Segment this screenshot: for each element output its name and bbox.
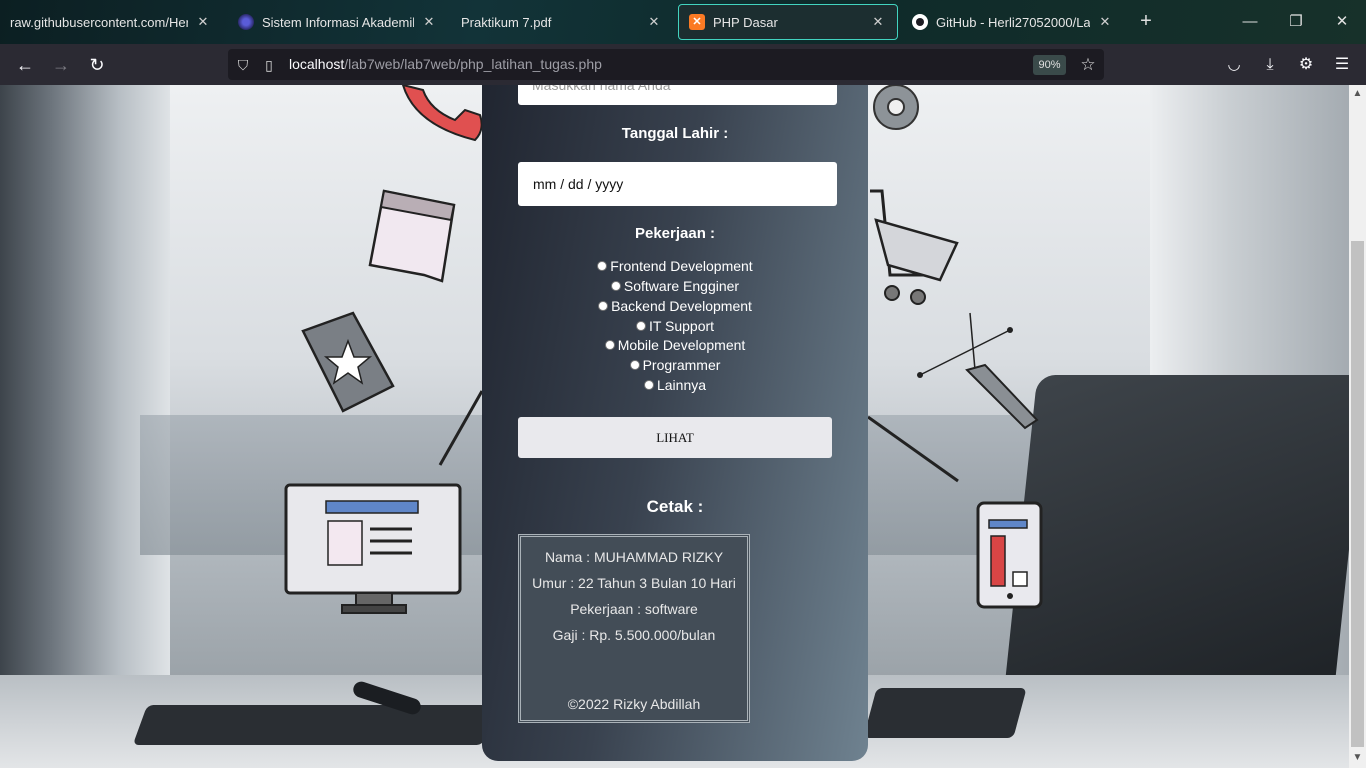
scroll-down-icon[interactable]: ▼ [1349,751,1366,765]
menu-icon[interactable]: ☰ [1329,52,1355,78]
extensions-icon[interactable]: ⚙ [1293,52,1319,78]
result-title: Cetak : [646,497,704,516]
cart-doodle-icon [870,189,959,305]
pen-tool-doodle-icon [917,312,1039,430]
background-laptop [1002,375,1366,705]
birthdate-input[interactable]: mm / dd / yyyy [518,162,837,206]
new-tab-button[interactable]: + [1135,10,1157,32]
footer-copyright: ©2022 Rizky Abdillah [567,696,701,712]
star-badge-doodle-icon [301,311,395,413]
background-tablet [132,705,498,745]
back-button[interactable]: ← [12,52,38,78]
navigation-toolbar: ← → ↻ ⛉ ▯ localhost/lab7web/lab7web/php_… [0,44,1366,85]
background-tablet [863,688,1027,738]
address-bar[interactable]: ⛉ ▯ localhost/lab7web/lab7web/php_latiha… [228,49,1104,80]
result-umur: Umur : 22 Tahun 3 Bulan 10 Hari [532,575,736,591]
pen-line-doodle [867,415,959,483]
minimize-button[interactable]: — [1238,10,1262,34]
form-panel: Tanggal Lahir : mm / dd / yyyy Pekerjaan… [482,85,868,761]
star-icon[interactable]: ☆ [1078,55,1098,75]
tab-raw-github[interactable]: raw.githubusercontent.com/Herli27 ✕ [0,4,222,40]
restore-button[interactable]: ❐ [1284,10,1308,34]
close-icon[interactable]: ✕ [420,14,438,30]
lihat-button[interactable]: LIHAT [518,417,832,458]
shield-icon[interactable]: ⛉ [234,56,252,74]
result-gaji: Gaji : Rp. 5.500.000/bulan [552,627,716,643]
tab-php-dasar[interactable]: PHP Dasar ✕ [678,4,898,40]
radio-button[interactable] [610,281,621,291]
close-icon[interactable]: ✕ [1096,14,1114,30]
result-pekerjaan: Pekerjaan : software [570,601,698,617]
job-label: Pekerjaan : [634,225,716,242]
siakad-icon [238,14,254,30]
close-icon[interactable]: ✕ [194,14,212,30]
job-option-it-support[interactable]: IT Support [482,317,868,336]
github-icon [912,14,928,30]
radio-button[interactable] [604,340,615,350]
window-close-button[interactable]: ✕ [1330,10,1354,34]
page-icon[interactable]: ▯ [260,56,278,74]
job-option-backend[interactable]: Backend Development [482,297,868,316]
close-icon[interactable]: ✕ [869,14,887,30]
tab-praktikum-pdf[interactable]: Praktikum 7.pdf ✕ [451,4,673,40]
download-icon[interactable]: ⤓ [1257,52,1283,78]
radio-button[interactable] [597,261,608,271]
radio-button[interactable] [629,360,640,370]
pocket-icon[interactable]: ◡ [1221,52,1247,78]
pen-line-doodle [438,390,484,466]
result-nama: Nama : MUHAMMAD RIZKY [544,549,724,565]
job-option-programmer[interactable]: Programmer [482,356,868,375]
result-box: Nama : MUHAMMAD RIZKY Umur : 22 Tahun 3 … [518,534,750,723]
job-option-frontend[interactable]: Frontend Development [482,257,868,276]
zoom-badge[interactable]: 90% [1033,55,1066,75]
job-option-lainnya[interactable]: Lainnya [482,376,868,395]
name-input[interactable] [518,85,837,105]
xampp-icon [689,14,705,30]
job-option-mobile[interactable]: Mobile Development [482,336,868,355]
radio-button[interactable] [598,301,609,311]
note-doodle-icon [368,189,456,283]
tab-bar: raw.githubusercontent.com/Herli27 ✕ Sist… [0,0,1366,44]
tab-siakad[interactable]: Sistem Informasi Akademik ✕ [228,4,448,40]
birthdate-label: Tanggal Lahir : [621,125,729,142]
reload-button[interactable]: ↻ [84,52,110,78]
gear-doodle-icon [873,85,919,130]
monitor-doodle-icon [284,483,462,614]
close-icon[interactable]: ✕ [645,14,663,30]
radio-button[interactable] [635,321,646,331]
vertical-scrollbar[interactable]: ▲ ▼ [1349,85,1366,768]
forward-button[interactable]: → [48,52,74,78]
scroll-up-icon[interactable]: ▲ [1349,87,1366,101]
job-option-software[interactable]: Software Engginer [482,277,868,296]
phone-doodle-icon [401,85,483,142]
scroll-thumb[interactable] [1351,241,1364,747]
url-text[interactable]: localhost/lab7web/lab7web/php_latihan_tu… [289,56,602,72]
radio-button[interactable] [643,380,654,390]
page-viewport: Tanggal Lahir : mm / dd / yyyy Pekerjaan… [0,85,1366,768]
tab-github[interactable]: GitHub - Herli27052000/Lab7W ✕ [902,4,1124,40]
phone-app-doodle-icon [976,501,1043,609]
